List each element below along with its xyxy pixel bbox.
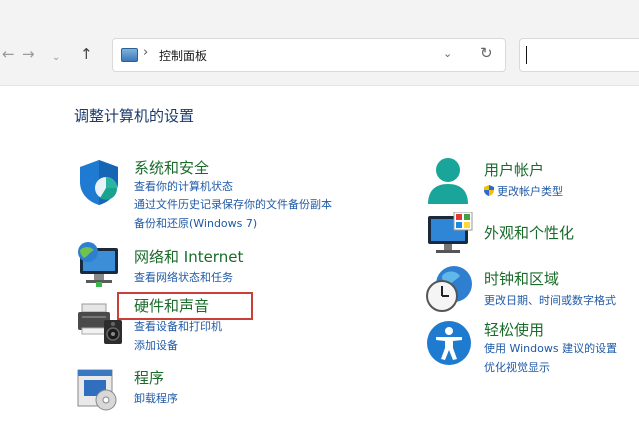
breadcrumb-chevron-icon[interactable]: ›	[143, 45, 148, 60]
category-appearance[interactable]: 外观和个性化	[484, 222, 574, 243]
link-view-network-status[interactable]: 查看网络状态和任务	[134, 269, 233, 285]
category-programs[interactable]: 程序	[134, 367, 164, 388]
search-input[interactable]	[519, 38, 639, 72]
link-file-history-backup[interactable]: 通过文件历史记录保存你的文件备份副本	[134, 196, 332, 212]
address-bar[interactable]: › 控制面板 ⌄ ↻	[112, 38, 506, 72]
address-toolbar: ← → ⌄ ↑ › 控制面板 ⌄ ↻	[0, 0, 639, 86]
category-clock-region[interactable]: 时钟和区域	[484, 268, 559, 289]
shield-icon	[80, 160, 118, 205]
network-globe-icon	[78, 242, 118, 287]
text-caret	[526, 46, 527, 64]
accessibility-icon	[427, 321, 471, 365]
control-panel-icon	[121, 48, 138, 62]
breadcrumb-control-panel[interactable]: 控制面板	[159, 47, 207, 64]
link-change-account-type-label: 更改帐户类型	[497, 185, 563, 198]
forward-button[interactable]: →	[22, 44, 35, 64]
category-user-accounts[interactable]: 用户帐户	[484, 159, 544, 180]
link-change-date-time-format[interactable]: 更改日期、时间或数字格式	[484, 292, 616, 308]
recent-locations-button[interactable]: ⌄	[52, 48, 60, 68]
link-add-device[interactable]: 添加设备	[134, 337, 178, 353]
monitor-palette-icon	[428, 212, 473, 253]
category-network-internet[interactable]: 网络和 Internet	[134, 246, 243, 267]
highlight-box	[117, 292, 253, 320]
address-dropdown-button[interactable]: ⌄	[443, 47, 452, 60]
page-title: 调整计算机的设置	[74, 107, 195, 125]
up-button[interactable]: ↑	[80, 44, 93, 64]
uac-shield-icon	[484, 185, 494, 196]
link-view-computer-status[interactable]: 查看你的计算机状态	[134, 178, 233, 194]
link-change-account-type[interactable]: 更改帐户类型	[484, 183, 563, 199]
refresh-button[interactable]: ↻	[480, 44, 493, 62]
link-backup-restore[interactable]: 备份和还原(Windows 7)	[134, 215, 257, 231]
link-windows-recommended-settings[interactable]: 使用 Windows 建议的设置	[484, 340, 617, 356]
user-icon	[428, 158, 468, 204]
link-uninstall-program[interactable]: 卸载程序	[134, 390, 178, 406]
back-button[interactable]: ←	[2, 44, 15, 64]
clock-globe-icon	[426, 266, 472, 312]
category-system-security[interactable]: 系统和安全	[134, 157, 209, 178]
link-optimize-visual-display[interactable]: 优化视觉显示	[484, 359, 550, 375]
category-ease-of-access[interactable]: 轻松使用	[484, 319, 544, 340]
link-devices-printers[interactable]: 查看设备和打印机	[134, 318, 222, 334]
programs-disc-icon	[77, 369, 117, 411]
